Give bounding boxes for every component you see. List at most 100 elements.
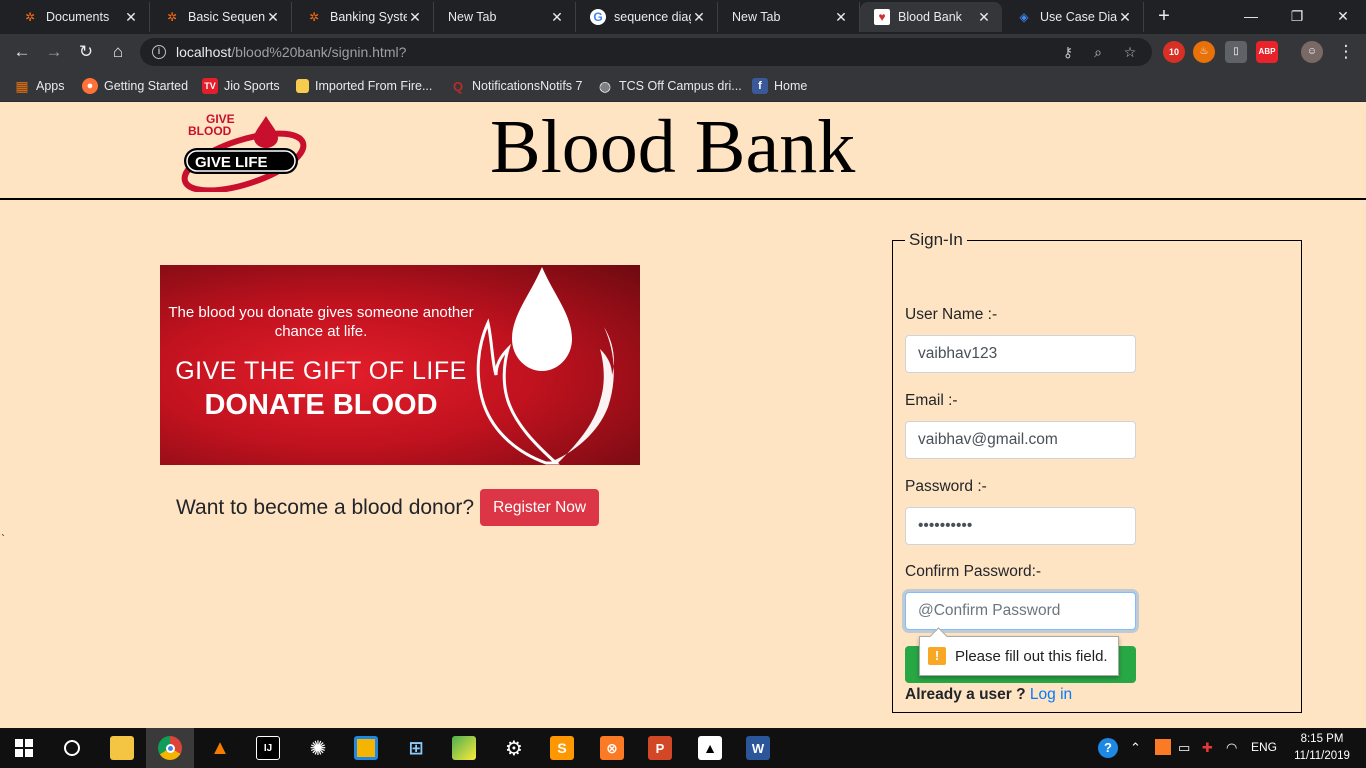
new-tab-button[interactable]: + xyxy=(1152,5,1176,29)
globe-icon: ◍ xyxy=(598,77,612,94)
sticky-app-icon[interactable] xyxy=(342,728,390,768)
tab-title: sequence diag xyxy=(614,10,691,24)
menu-kebab-icon[interactable]: ⋮ xyxy=(1334,40,1358,64)
restore-button[interactable]: ❐ xyxy=(1274,4,1320,28)
password-input[interactable] xyxy=(905,507,1136,545)
photos-icon[interactable]: ▲ xyxy=(686,728,734,768)
bookmark-home[interactable]: f Home xyxy=(752,76,807,96)
adblock-label: ABP xyxy=(1258,47,1276,56)
battery-icon[interactable]: ▭ xyxy=(1178,740,1190,756)
close-window-button[interactable]: ✕ xyxy=(1320,4,1366,28)
tab-blood-bank[interactable]: ♥ Blood Bank ✕ xyxy=(860,2,1002,32)
settings-gear-icon[interactable]: ⚙ xyxy=(490,728,538,768)
signin-legend: Sign-In xyxy=(909,230,963,249)
site-info-icon[interactable]: i xyxy=(152,45,166,59)
antivirus-tray-icon[interactable]: ✚ xyxy=(1202,740,1213,756)
powerpoint-icon[interactable]: P xyxy=(636,728,684,768)
warning-icon: ! xyxy=(928,647,946,665)
maps-app-icon[interactable] xyxy=(440,728,488,768)
forward-button[interactable]: → xyxy=(42,40,66,64)
tab-close-icon[interactable]: ✕ xyxy=(691,9,707,26)
bookmark-notifications[interactable]: Q NotificationsNotifs 7 xyxy=(450,76,583,96)
tab-title: Banking System xyxy=(330,10,407,24)
lucidchart-icon: ✲ xyxy=(166,10,178,24)
bookmark-tcs-off-campus[interactable]: ◍ TCS Off Campus dri... xyxy=(597,76,742,96)
bookmark-getting-started[interactable]: ● Getting Started xyxy=(82,76,188,96)
tab-title: New Tab xyxy=(732,10,781,24)
browser-toolbar: ← → ↻ ⌂ i localhost/blood%20bank/signin.… xyxy=(0,34,1366,70)
tab-documents[interactable]: ✲ Documents ✕ xyxy=(8,2,150,32)
tab-title: Basic Sequence xyxy=(188,10,265,24)
zoom-icon[interactable]: ⌕ xyxy=(1088,42,1108,62)
bookmark-imported-from-firefox[interactable]: Imported From Fire... xyxy=(296,76,432,96)
start-windows-icon[interactable] xyxy=(0,728,48,768)
tab-close-icon[interactable]: ✕ xyxy=(549,9,565,26)
tab-close-icon[interactable]: ✕ xyxy=(833,9,849,26)
file-explorer-icon[interactable] xyxy=(98,728,146,768)
flame-extension-icon[interactable]: ♨ xyxy=(1193,41,1215,63)
tab-title: New Tab xyxy=(448,10,497,24)
cortana-search-icon[interactable] xyxy=(48,728,96,768)
help-tray-icon[interactable]: ? xyxy=(1098,738,1118,758)
wifi-icon[interactable]: ◠ xyxy=(1226,740,1237,756)
xampp-icon[interactable]: ⊗ xyxy=(588,728,636,768)
banner-headline: GIVE THE GIFT OF LIFE xyxy=(175,357,467,385)
back-button[interactable]: ← xyxy=(10,40,34,64)
banner-tagline: The blood you donate gives someone anoth… xyxy=(168,304,474,340)
bookmarks-bar: ▦ Apps ● Getting Started TV Jio Sports I… xyxy=(0,70,1366,102)
intellij-icon[interactable]: IJ xyxy=(244,728,292,768)
hands-blood-drop-icon xyxy=(476,267,614,465)
language-indicator[interactable]: ENG xyxy=(1251,740,1277,754)
tab-close-icon[interactable]: ✕ xyxy=(976,9,992,26)
confirm-password-input[interactable] xyxy=(905,592,1136,630)
tab-banking-system[interactable]: ✲ Banking System ✕ xyxy=(292,2,434,32)
tab-basic-sequence[interactable]: ✲ Basic Sequence ✕ xyxy=(150,2,292,32)
bottle-extension-icon[interactable]: ▯ xyxy=(1225,41,1247,63)
username-input[interactable] xyxy=(905,335,1136,373)
tab-close-icon[interactable]: ✕ xyxy=(1117,9,1133,26)
donor-prompt: Want to become a blood donor? xyxy=(176,495,475,519)
system-clock[interactable]: 8:15 PM 11/11/2019 xyxy=(1290,731,1354,765)
tab-use-case-diagram[interactable]: ◈ Use Case Diag ✕ xyxy=(1002,2,1144,32)
bookmark-label: TCS Off Campus dri... xyxy=(619,79,742,93)
register-now-button[interactable]: Register Now xyxy=(480,489,600,526)
url-path: /blood%20bank/signin.html? xyxy=(231,44,407,60)
bookmark-apps[interactable]: ▦ Apps xyxy=(14,76,64,96)
key-icon[interactable]: ⚷ xyxy=(1058,42,1078,62)
reload-button[interactable]: ↻ xyxy=(74,40,98,64)
logo-graphic: GIVE BLOOD GIVE LIFE xyxy=(181,112,307,194)
word-icon[interactable]: W xyxy=(734,728,782,768)
bookmark-jio-sports[interactable]: TV Jio Sports xyxy=(202,76,280,96)
tab-title: Use Case Diag xyxy=(1040,10,1117,24)
show-hidden-icons-chevron-icon[interactable]: ⌃ xyxy=(1130,740,1141,756)
url-text[interactable]: localhost/blood%20bank/signin.html? xyxy=(176,44,406,60)
stray-backtick: ` xyxy=(1,532,5,546)
email-input[interactable] xyxy=(905,421,1136,459)
clock-time: 8:15 PM xyxy=(1300,733,1344,745)
xampp-tray-icon[interactable] xyxy=(1155,739,1171,755)
tab-close-icon[interactable]: ✕ xyxy=(407,9,423,26)
profile-avatar[interactable]: ☺ xyxy=(1301,41,1323,63)
tab-close-icon[interactable]: ✕ xyxy=(265,9,281,26)
chrome-icon[interactable] xyxy=(146,728,194,768)
address-bar[interactable]: i localhost/blood%20bank/signin.html? ⚷ … xyxy=(140,38,1152,66)
gmail-badge-icon[interactable]: 10 xyxy=(1163,41,1185,63)
minimize-button[interactable]: — xyxy=(1228,4,1274,28)
adblock-icon[interactable]: ABP xyxy=(1256,41,1278,63)
logo-line3: GIVE LIFE xyxy=(195,154,268,171)
site-header: GIVE BLOOD GIVE LIFE Blood Bank xyxy=(0,102,1366,200)
give-blood-logo: GIVE BLOOD GIVE LIFE xyxy=(180,110,310,194)
network-app-icon[interactable]: ⊞ xyxy=(392,728,440,768)
tab-close-icon[interactable]: ✕ xyxy=(123,9,139,26)
sublime-text-icon[interactable]: S xyxy=(538,728,586,768)
tab-new-tab-2[interactable]: New Tab ✕ xyxy=(718,2,860,32)
tab-new-tab[interactable]: New Tab ✕ xyxy=(434,2,576,32)
login-link[interactable]: Log in xyxy=(1030,686,1072,703)
url-host: localhost xyxy=(176,44,232,60)
home-button[interactable]: ⌂ xyxy=(106,40,130,64)
aperture-app-icon[interactable]: ✺ xyxy=(294,728,342,768)
tab-sequence-diagram[interactable]: G sequence diag ✕ xyxy=(576,2,718,32)
bookmark-star-icon[interactable]: ☆ xyxy=(1120,42,1140,62)
browser-tab-strip: ✲ Documents ✕ ✲ Basic Sequence ✕ ✲ Banki… xyxy=(0,0,1366,34)
vlc-icon[interactable]: ▲ xyxy=(196,728,244,768)
